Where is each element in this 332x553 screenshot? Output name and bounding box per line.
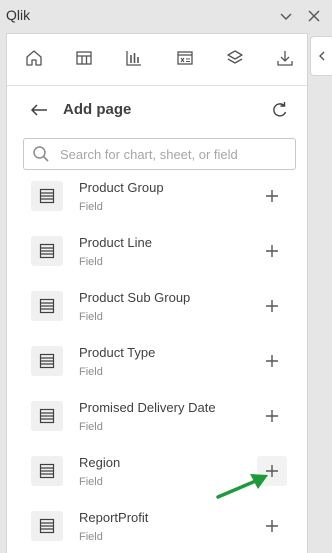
app-title: Qlik [6, 7, 31, 23]
chevron-down-icon[interactable] [276, 6, 296, 26]
variable-icon[interactable] [173, 46, 197, 70]
add-button[interactable] [257, 291, 287, 321]
item-name: Product Sub Group [79, 290, 191, 305]
item-type: Field [79, 531, 103, 543]
close-icon[interactable] [304, 6, 324, 26]
title-bar: Qlik [0, 0, 332, 33]
list-item[interactable]: ReportProfit Field [23, 503, 296, 553]
list-item[interactable]: Product Sub Group Field [23, 283, 296, 338]
search-icon [33, 146, 49, 162]
field-icon [31, 236, 63, 266]
list-item[interactable]: Product Line Field [23, 228, 296, 283]
item-name: Product Line [79, 235, 152, 250]
page-title: Add page [63, 101, 132, 118]
item-type: Field [79, 311, 103, 323]
list-item[interactable]: Promised Delivery Date Field [23, 393, 296, 448]
back-arrow-icon[interactable] [27, 98, 51, 122]
field-icon [31, 401, 63, 431]
plus-icon [266, 300, 278, 312]
item-name: Region [79, 455, 121, 470]
item-type: Field [79, 421, 103, 433]
add-button[interactable] [257, 401, 287, 431]
plus-icon [266, 355, 278, 367]
refresh-icon[interactable] [268, 98, 292, 122]
download-icon[interactable] [273, 46, 297, 70]
chevron-left-icon [318, 51, 324, 61]
layers-icon[interactable] [223, 46, 247, 70]
item-name: Product Type [79, 345, 156, 360]
field-icon [31, 346, 63, 376]
field-icon [31, 511, 63, 541]
plus-icon [266, 410, 278, 422]
add-button[interactable] [257, 511, 287, 541]
plus-icon [266, 520, 278, 532]
add-button[interactable] [257, 236, 287, 266]
plus-icon [266, 245, 278, 257]
collapse-panel-tab[interactable] [310, 36, 332, 76]
search-input[interactable] [60, 144, 290, 164]
list-item[interactable]: Product Type Field [23, 338, 296, 393]
item-name: Promised Delivery Date [79, 400, 216, 415]
item-type: Field [79, 366, 103, 378]
item-name: Product Group [79, 180, 164, 195]
table-icon[interactable] [72, 46, 96, 70]
add-button[interactable] [257, 346, 287, 376]
annotation-arrow-icon [216, 474, 268, 499]
field-icon [31, 291, 63, 321]
field-icon [31, 456, 63, 486]
item-type: Field [79, 256, 103, 268]
search-box [23, 138, 296, 170]
home-icon[interactable] [22, 46, 46, 70]
item-name: ReportProfit [79, 510, 149, 525]
toolbar-divider [7, 85, 307, 86]
plus-icon [266, 190, 278, 202]
add-button[interactable] [257, 181, 287, 211]
bar-chart-icon[interactable] [122, 46, 146, 70]
list-item[interactable]: Product Group Field [23, 173, 296, 228]
item-type: Field [79, 476, 103, 488]
item-type: Field [79, 201, 103, 213]
field-icon [31, 181, 63, 211]
